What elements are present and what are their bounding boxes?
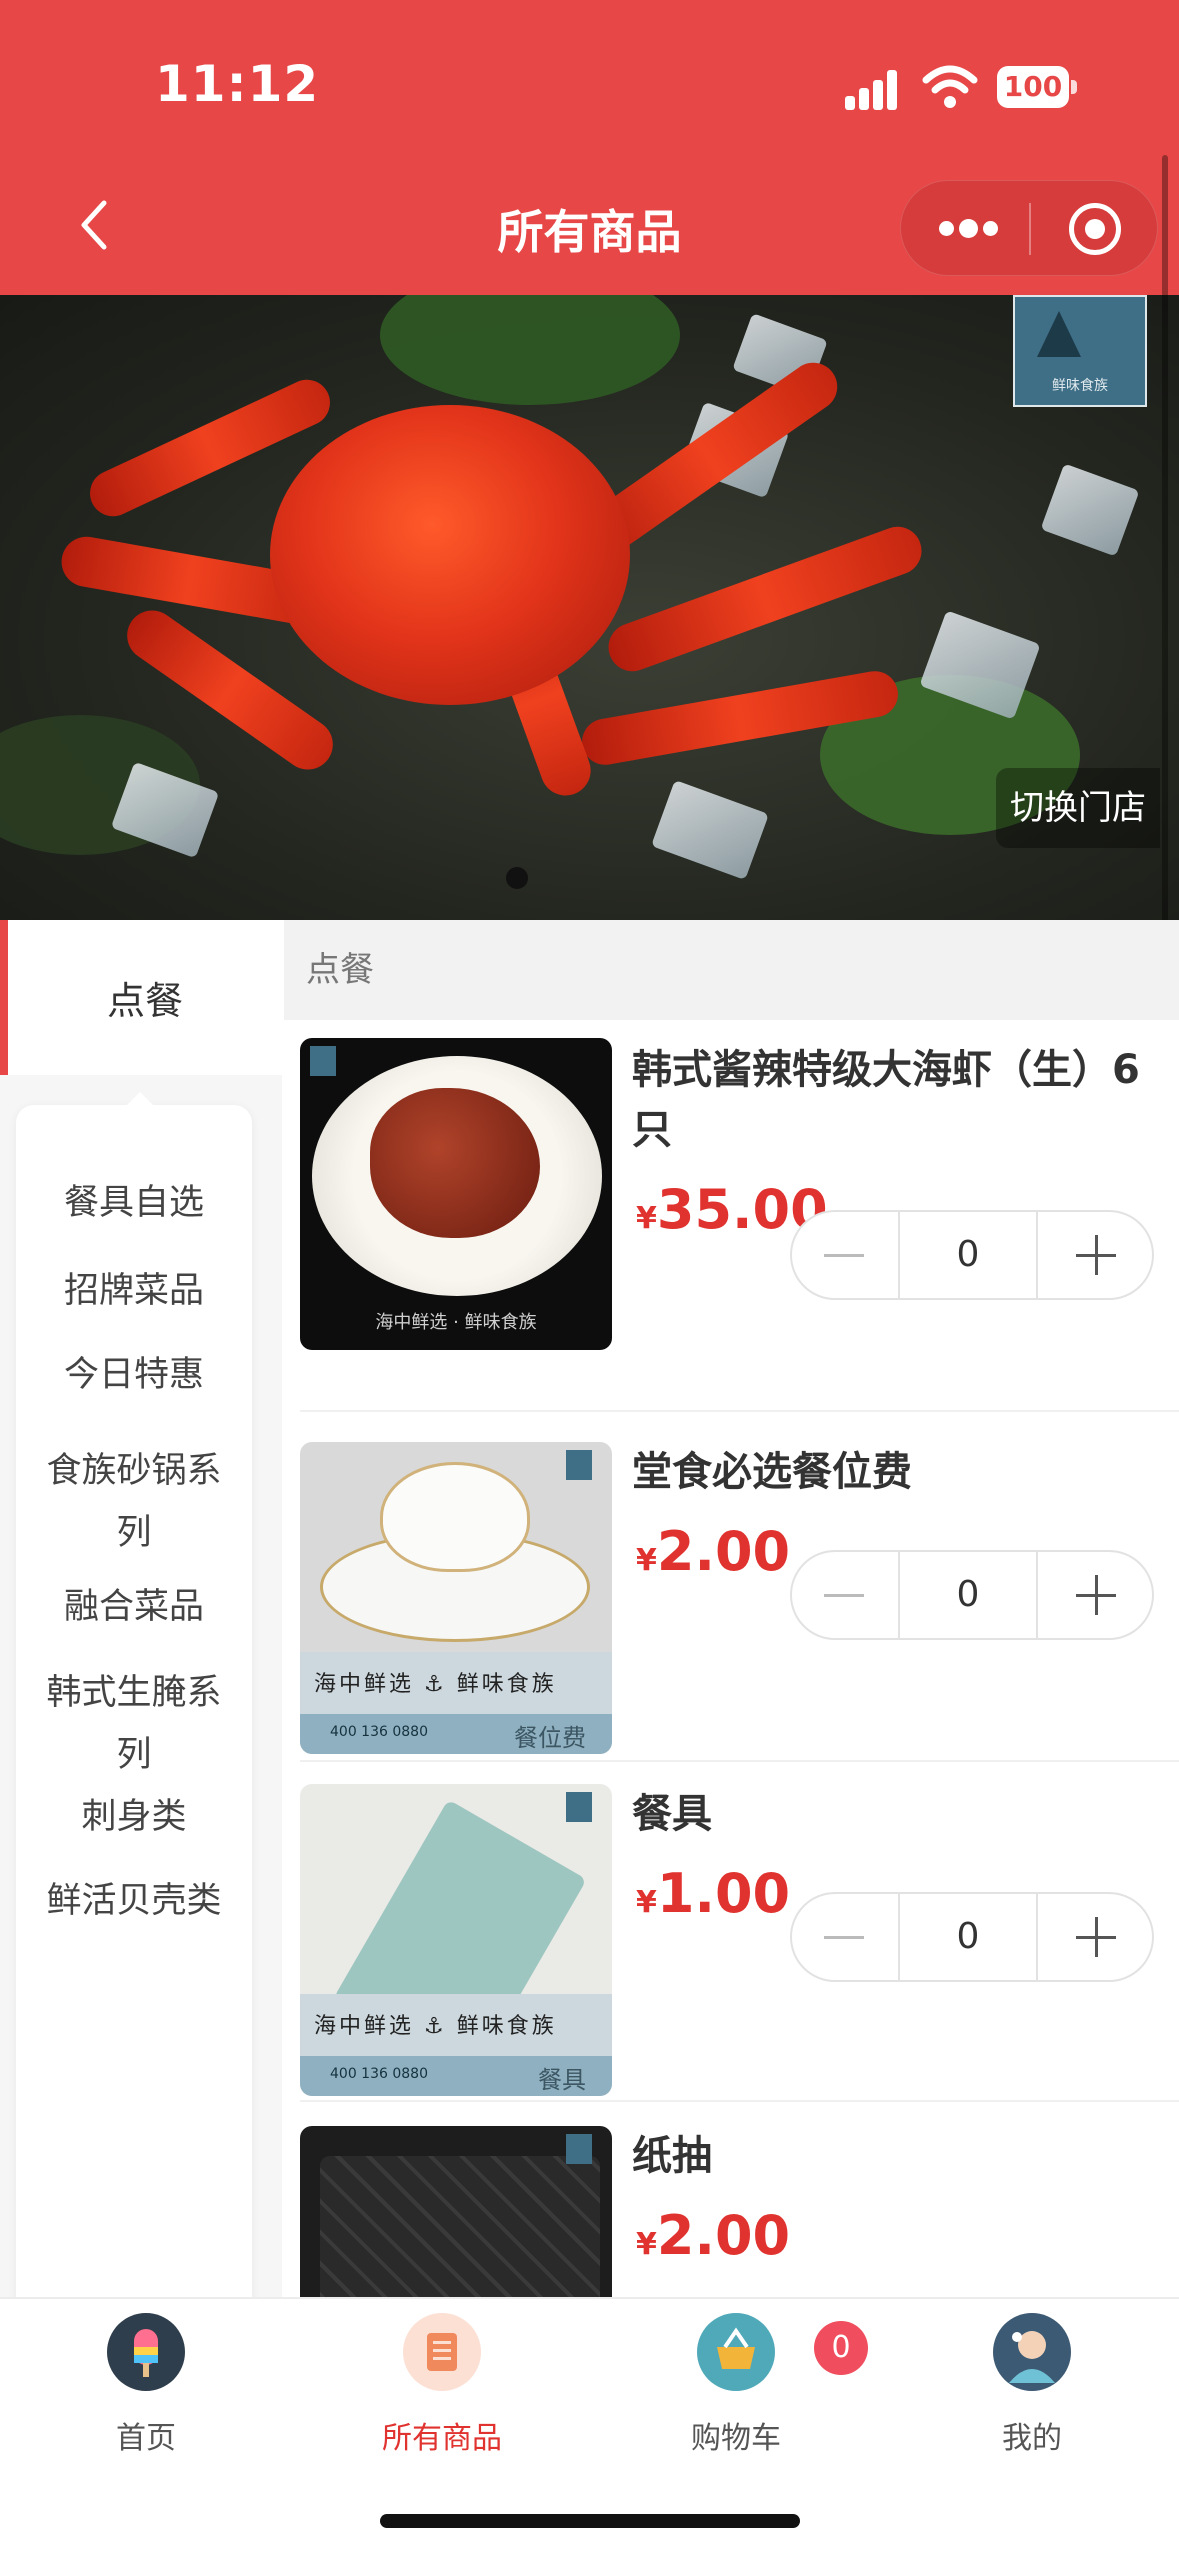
product-price: ¥2.00: [636, 2204, 791, 2267]
product-image[interactable]: 海中鲜选 · 鲜味食族: [300, 1038, 612, 1350]
quantity-value: 0: [898, 1894, 1038, 1980]
category-header: 点餐: [284, 920, 1179, 1020]
divider: [300, 2100, 1179, 2102]
tab-label: 购物车: [691, 2421, 781, 2456]
carousel-indicator: [506, 867, 528, 889]
mini-program-capsule: [900, 180, 1158, 276]
wifi-icon: [922, 65, 978, 108]
product-price: ¥2.00: [636, 1520, 791, 1583]
quantity-stepper: 0: [790, 1892, 1154, 1982]
status-time: 11:12: [155, 55, 320, 113]
decrease-button[interactable]: [792, 1552, 898, 1638]
sidebar-item[interactable]: 今日特惠: [16, 1344, 252, 1406]
quantity-stepper: 0: [790, 1550, 1154, 1640]
sidebar-item[interactable]: 餐具自选: [16, 1172, 252, 1234]
more-icon[interactable]: [939, 217, 999, 241]
product-image[interactable]: 海中鲜选 ⚓ 鲜味食族 400 136 0880 餐位费: [300, 1442, 612, 1754]
tab-label: 我的: [1002, 2421, 1062, 2456]
product-name: 纸抽: [632, 2133, 712, 2179]
page: 11:12 100 所有商品 鲜味食族 切换门店 点餐 餐具自选 招牌菜品 今日…: [0, 0, 1179, 2556]
tab-mine[interactable]: 我的: [932, 2313, 1132, 2457]
popsicle-icon: [107, 2313, 185, 2391]
cart-count-badge: 0: [814, 2321, 868, 2375]
product-price: ¥1.00: [636, 1862, 791, 1925]
tab-home[interactable]: 首页: [46, 2313, 246, 2457]
product-name: 韩式酱辣特级大海虾（生）6只: [632, 1047, 1140, 1153]
quantity-value: 0: [898, 1212, 1038, 1298]
sidebar-item[interactable]: 融合菜品: [16, 1576, 252, 1638]
divider: [300, 1760, 1179, 1762]
sidebar-item[interactable]: 韩式生腌系列: [16, 1662, 252, 1786]
product-image[interactable]: 海中鲜选 ⚓ 鲜味食族 400 136 0880 餐具: [300, 1784, 612, 2096]
close-target-icon[interactable]: [1069, 203, 1121, 255]
tab-all-products[interactable]: 所有商品: [342, 2313, 542, 2457]
increase-button[interactable]: [1038, 1212, 1154, 1298]
sidebar-item[interactable]: 食族砂锅系列: [16, 1440, 252, 1564]
sidebar-item[interactable]: 招牌菜品: [16, 1260, 252, 1322]
tab-label: 所有商品: [382, 2421, 502, 2456]
decrease-button[interactable]: [792, 1212, 898, 1298]
banner-carousel[interactable]: 鲜味食族 切换门店: [0, 295, 1179, 920]
home-indicator: [380, 2514, 800, 2528]
sidebar-item[interactable]: 鲜活贝壳类: [16, 1870, 252, 1932]
cellular-signal-icon: [845, 68, 905, 110]
tab-cart[interactable]: 购物车: [636, 2313, 836, 2457]
brand-logo: 鲜味食族: [1013, 295, 1147, 407]
basket-icon: [697, 2313, 775, 2391]
category-sidebar: 点餐 餐具自选 招牌菜品 今日特惠 食族砂锅系列 融合菜品 韩式生腌系列 刺身类…: [0, 920, 282, 2300]
header: 11:12 100 所有商品: [0, 0, 1179, 295]
increase-button[interactable]: [1038, 1894, 1154, 1980]
tab-label: 首页: [116, 2421, 176, 2456]
avatar-icon: [993, 2313, 1071, 2391]
sidebar-item[interactable]: 刺身类: [16, 1786, 252, 1848]
increase-button[interactable]: [1038, 1552, 1154, 1638]
divider: [300, 1410, 1179, 1412]
battery-level: 100: [997, 66, 1069, 108]
product-list: 点餐 海中鲜选 · 鲜味食族 韩式酱辣特级大海虾（生）6只 ¥35.00 0 海…: [284, 920, 1179, 2300]
product-image[interactable]: [300, 2126, 612, 2300]
sidebar-item-active[interactable]: 点餐: [0, 920, 282, 1075]
king-crab-image: [270, 405, 630, 705]
product-name: 堂食必选餐位费: [632, 1449, 912, 1495]
decrease-button[interactable]: [792, 1894, 898, 1980]
switch-store-button[interactable]: 切换门店: [996, 768, 1160, 848]
product-name: 餐具: [632, 1791, 712, 1837]
quantity-value: 0: [898, 1552, 1038, 1638]
battery-icon: 100: [997, 66, 1077, 108]
scroll-icon: [403, 2313, 481, 2391]
quantity-stepper: 0: [790, 1210, 1154, 1300]
